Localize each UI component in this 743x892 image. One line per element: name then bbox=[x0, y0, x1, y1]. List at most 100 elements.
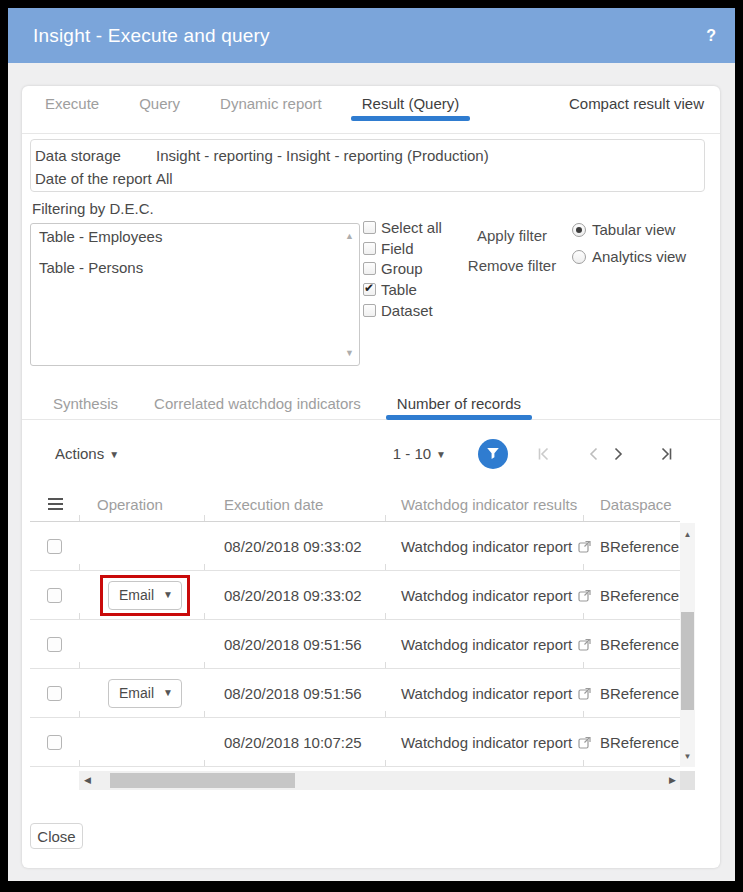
close-button[interactable]: Close bbox=[30, 823, 83, 849]
checkbox-label: Group bbox=[381, 260, 423, 277]
secondary-tabs: Synthesis Correlated watchdog indicators N… bbox=[22, 367, 720, 420]
tab-synthesis[interactable]: Synthesis bbox=[42, 367, 129, 419]
scroll-left-icon[interactable]: ◀ bbox=[84, 771, 91, 790]
column-header-dataspace[interactable]: Dataspace bbox=[583, 496, 680, 513]
tab-result-query[interactable]: Result (Query) bbox=[351, 86, 471, 133]
tab-execute[interactable]: Execute bbox=[34, 86, 110, 133]
dialog: Insight - Execute and query ? Execute Que… bbox=[8, 8, 735, 881]
view-radio-group: Tabular view Analytics view bbox=[572, 217, 686, 272]
report-info-panel: Data storage Insight - reporting - Insig… bbox=[30, 139, 705, 192]
info-value: All bbox=[156, 167, 173, 190]
horizontal-scrollbar-row: ◀ ▶ bbox=[30, 771, 695, 790]
checkbox-icon[interactable] bbox=[363, 221, 376, 234]
scroll-down-icon[interactable]: ▼ bbox=[680, 752, 695, 761]
chevron-down-icon: ▼ bbox=[436, 449, 446, 460]
tab-correlated-watchdog-indicators[interactable]: Correlated watchdog indicators bbox=[143, 367, 372, 419]
checkbox-label: Field bbox=[381, 240, 414, 257]
info-row: Date of the report All bbox=[35, 167, 694, 190]
radio-icon[interactable] bbox=[572, 250, 586, 264]
next-page-button[interactable] bbox=[613, 446, 625, 462]
column-menu-header[interactable] bbox=[30, 498, 79, 510]
column-header-operation[interactable]: Operation bbox=[79, 496, 204, 513]
radio-selected-icon[interactable] bbox=[572, 223, 586, 237]
listbox-item-table-persons[interactable]: Table - Persons bbox=[39, 257, 339, 276]
scrollbar-thumb[interactable] bbox=[681, 612, 694, 710]
execution-date-cell: 08/20/2018 10:07:25 bbox=[204, 734, 385, 751]
checkbox-checked-icon[interactable] bbox=[363, 283, 376, 296]
tab-number-of-records[interactable]: Number of records bbox=[386, 367, 532, 419]
checkbox-icon[interactable] bbox=[363, 262, 376, 275]
execution-date-cell: 08/20/2018 09:33:02 bbox=[204, 587, 385, 604]
dataspace-cell: BReference bbox=[583, 587, 680, 604]
dataspace-cell: BReference bbox=[583, 538, 680, 555]
checkbox-icon[interactable] bbox=[363, 304, 376, 317]
filter-checkbox-dataset[interactable]: Dataset bbox=[363, 300, 451, 321]
view-radio-analytics-view[interactable]: Analytics view bbox=[572, 245, 686, 268]
chevron-down-icon: ▼ bbox=[109, 449, 119, 460]
watchdog-report-link[interactable]: Watchdog indicator report bbox=[401, 538, 572, 555]
dialog-card: Execute Query Dynamic report Result (Query)… bbox=[22, 86, 720, 868]
filter-section: Table - Employees Table - Persons ▲ ▼ Sele… bbox=[22, 217, 720, 367]
pager bbox=[535, 446, 675, 462]
chevron-down-icon: ▼ bbox=[163, 687, 173, 698]
tab-dynamic-report[interactable]: Dynamic report bbox=[209, 86, 333, 133]
watchdog-report-link[interactable]: Watchdog indicator report bbox=[401, 685, 572, 702]
compact-result-view-link[interactable]: Compact result view bbox=[569, 86, 704, 133]
actions-menu-button[interactable]: Actions▼ bbox=[55, 445, 119, 462]
first-page-button[interactable] bbox=[535, 446, 552, 462]
remove-filter-button[interactable]: Remove filter bbox=[466, 257, 558, 274]
filter-checkbox-table[interactable]: Table bbox=[363, 279, 451, 300]
dec-listbox[interactable]: Table - Employees Table - Persons ▲ ▼ bbox=[30, 223, 360, 366]
filter-checkbox-group: Select all Field Group TableDataset bbox=[363, 217, 451, 320]
filter-checkbox-field[interactable]: Field bbox=[363, 238, 451, 259]
watchdog-report-link[interactable]: Watchdog indicator report bbox=[401, 587, 572, 604]
column-header-watchdog-results[interactable]: Watchdog indicator results bbox=[385, 496, 583, 513]
filter-button[interactable] bbox=[478, 439, 508, 469]
page-title: Insight - Execute and query bbox=[33, 25, 270, 47]
row-checkbox[interactable] bbox=[47, 735, 62, 750]
scroll-down-icon[interactable]: ▼ bbox=[345, 348, 354, 358]
operation-dropdown[interactable]: Email▼ bbox=[108, 581, 182, 610]
listbox-item-table-employees[interactable]: Table - Employees bbox=[39, 226, 339, 245]
column-header-execution-date[interactable]: Execution date bbox=[204, 496, 385, 513]
table-row: ▼ 08/20/2018 10:07:25 Watchdog indicator… bbox=[30, 718, 680, 767]
checkbox-icon[interactable] bbox=[363, 242, 376, 255]
scroll-up-icon[interactable]: ▲ bbox=[345, 231, 354, 241]
table-header: Operation Execution date Watchdog indica… bbox=[30, 487, 680, 522]
radio-label: Analytics view bbox=[592, 248, 686, 265]
info-label: Data storage bbox=[35, 144, 156, 167]
horizontal-scrollbar[interactable]: ◀ ▶ bbox=[79, 771, 681, 790]
row-checkbox[interactable] bbox=[47, 539, 62, 554]
table-row: Email▼ 08/20/2018 09:33:02 Watchdog indi… bbox=[30, 571, 680, 620]
dataspace-cell: BReference bbox=[583, 636, 680, 653]
table-body: ▼ 08/20/2018 09:33:02 Watchdog indicator… bbox=[30, 522, 695, 767]
operation-dropdown[interactable]: Email▼ bbox=[108, 679, 182, 708]
row-checkbox[interactable] bbox=[47, 686, 62, 701]
info-value: Insight - reporting - Insight - reportin… bbox=[156, 144, 489, 167]
scrollbar-corner bbox=[680, 771, 695, 790]
scroll-up-icon[interactable]: ▲ bbox=[680, 530, 695, 539]
execution-date-cell: 08/20/2018 09:51:56 bbox=[204, 685, 385, 702]
filter-checkbox-select-all[interactable]: Select all bbox=[363, 217, 451, 238]
view-radio-tabular-view[interactable]: Tabular view bbox=[572, 218, 686, 241]
vertical-scrollbar[interactable]: ▲ ▼ bbox=[680, 523, 695, 767]
watchdog-report-link[interactable]: Watchdog indicator report bbox=[401, 734, 572, 751]
scroll-right-icon[interactable]: ▶ bbox=[669, 771, 676, 790]
row-checkbox[interactable] bbox=[47, 588, 62, 603]
primary-tabs: Execute Query Dynamic report Result (Query)… bbox=[22, 86, 720, 134]
execution-date-cell: 08/20/2018 09:51:56 bbox=[204, 636, 385, 653]
filter-checkbox-group[interactable]: Group bbox=[363, 258, 451, 279]
radio-label: Tabular view bbox=[592, 221, 675, 238]
filter-actions: Apply filter Remove filter bbox=[466, 217, 558, 274]
apply-filter-button[interactable]: Apply filter bbox=[466, 227, 558, 244]
filtering-title: Filtering by D.E.C. bbox=[32, 201, 720, 216]
scrollbar-thumb[interactable] bbox=[110, 773, 295, 788]
record-range-dropdown[interactable]: 1 - 10▼ bbox=[393, 445, 446, 462]
watchdog-report-link[interactable]: Watchdog indicator report bbox=[401, 636, 572, 653]
row-checkbox[interactable] bbox=[47, 637, 62, 652]
last-page-button[interactable] bbox=[658, 446, 675, 462]
help-button[interactable]: ? bbox=[706, 27, 716, 45]
tab-query[interactable]: Query bbox=[128, 86, 191, 133]
previous-page-button[interactable] bbox=[587, 446, 599, 462]
pagination-controls: 1 - 10▼ bbox=[393, 439, 675, 469]
